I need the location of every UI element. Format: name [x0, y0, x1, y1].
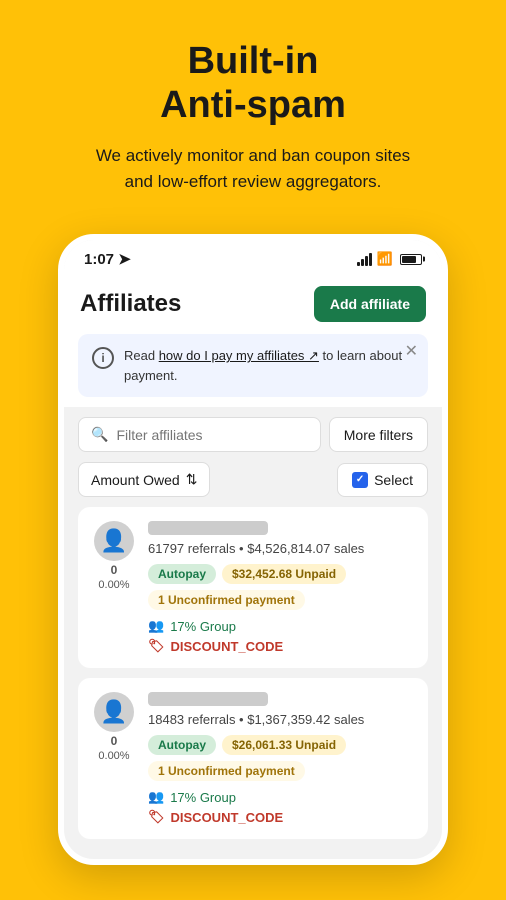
- affiliates-header: Affiliates Add affiliate: [64, 272, 442, 334]
- info-banner: i Read how do I pay my affiliates ↗ to l…: [78, 334, 428, 397]
- select-button[interactable]: ✓ Select: [337, 463, 428, 497]
- affiliate-card-top: 👤 0 0.00% 18483 referrals • $1,367,359.4…: [92, 692, 414, 825]
- chevron-down-icon: ⇅: [186, 471, 198, 488]
- info-link[interactable]: how do I pay my affiliates ↗: [159, 348, 319, 363]
- close-banner-button[interactable]: ✕: [405, 344, 418, 360]
- avatar-count: 0: [111, 563, 118, 577]
- code-icon: 🏷: [148, 809, 165, 825]
- affiliate-card-top: 👤 0 0.00% 61797 referrals • $4,526,814.0…: [92, 521, 414, 654]
- wifi-icon: 📶: [377, 251, 393, 267]
- affiliate-stats: 18483 referrals • $1,367,359.42 sales: [148, 712, 414, 727]
- code-row: 🏷 DISCOUNT_CODE: [148, 638, 414, 654]
- group-icon: 👥: [148, 789, 164, 805]
- list-section: 🔍 More filters Amount Owed ⇅ ✓ Select: [64, 407, 442, 859]
- unconfirmed-tag: 1 Unconfirmed payment: [148, 590, 305, 610]
- affiliate-name: [148, 692, 268, 706]
- status-bar: 1:07 ➤ 📶: [64, 240, 442, 272]
- user-icon: 👤: [100, 699, 127, 725]
- sort-select-row: Amount Owed ⇅ ✓ Select: [78, 462, 428, 497]
- tags-row: Autopay $26,061.33 Unpaid 1 Unconfirmed …: [148, 735, 414, 781]
- affiliate-meta: 👥 17% Group 🏷 DISCOUNT_CODE: [148, 789, 414, 825]
- avatar-percent: 0.00%: [98, 579, 129, 591]
- user-icon: 👤: [100, 528, 127, 554]
- status-icons: 📶: [357, 251, 422, 267]
- avatar-col: 👤 0 0.00%: [92, 521, 136, 591]
- autopay-tag: Autopay: [148, 564, 216, 584]
- unpaid-tag: $26,061.33 Unpaid: [222, 735, 346, 755]
- add-affiliate-button[interactable]: Add affiliate: [314, 286, 426, 322]
- hero-section: Built-inAnti-spam We actively monitor an…: [0, 0, 506, 214]
- avatar-percent: 0.00%: [98, 750, 129, 762]
- checkbox-icon: ✓: [352, 472, 368, 488]
- search-icon: 🔍: [91, 426, 108, 443]
- avatar: 👤: [94, 692, 134, 732]
- avatar-count: 0: [111, 734, 118, 748]
- amount-owed-label: Amount Owed: [91, 472, 180, 488]
- discount-code: DISCOUNT_CODE: [171, 810, 284, 825]
- group-row: 👥 17% Group: [148, 618, 414, 634]
- status-time: 1:07 ➤: [84, 250, 131, 268]
- unconfirmed-tag: 1 Unconfirmed payment: [148, 761, 305, 781]
- affiliate-name: [148, 521, 268, 535]
- info-icon: i: [92, 347, 114, 369]
- affiliate-info: 61797 referrals • $4,526,814.07 sales Au…: [148, 521, 414, 654]
- battery-icon: [400, 254, 422, 265]
- group-row: 👥 17% Group: [148, 789, 414, 805]
- info-text: Read how do I pay my affiliates ↗ to lea…: [124, 346, 414, 385]
- code-icon: 🏷: [148, 638, 165, 654]
- code-row: 🏷 DISCOUNT_CODE: [148, 809, 414, 825]
- search-filter-row: 🔍 More filters: [78, 417, 428, 452]
- group-icon: 👥: [148, 618, 164, 634]
- more-filters-button[interactable]: More filters: [329, 417, 428, 452]
- affiliate-info: 18483 referrals • $1,367,359.42 sales Au…: [148, 692, 414, 825]
- avatar-col: 👤 0 0.00%: [92, 692, 136, 762]
- autopay-tag: Autopay: [148, 735, 216, 755]
- search-input[interactable]: [116, 427, 307, 443]
- hero-subtitle: We actively monitor and ban coupon sites…: [30, 143, 476, 194]
- tags-row: Autopay $32,452.68 Unpaid 1 Unconfirmed …: [148, 564, 414, 610]
- discount-code: DISCOUNT_CODE: [171, 639, 284, 654]
- phone-content: Affiliates Add affiliate i Read how do I…: [64, 272, 442, 859]
- affiliates-title: Affiliates: [80, 290, 181, 318]
- select-label: Select: [374, 472, 413, 488]
- affiliate-stats: 61797 referrals • $4,526,814.07 sales: [148, 541, 414, 556]
- group-label: 17% Group: [170, 619, 236, 634]
- amount-owed-select[interactable]: Amount Owed ⇅: [78, 462, 210, 497]
- group-label: 17% Group: [170, 790, 236, 805]
- signal-icon: [357, 253, 372, 266]
- hero-title: Built-inAnti-spam: [30, 40, 476, 127]
- search-input-wrap[interactable]: 🔍: [78, 417, 321, 452]
- phone-frame: 1:07 ➤ 📶 Affiliates Add affiliate i Read: [58, 234, 448, 865]
- unpaid-tag: $32,452.68 Unpaid: [222, 564, 346, 584]
- affiliate-meta: 👥 17% Group 🏷 DISCOUNT_CODE: [148, 618, 414, 654]
- affiliate-card[interactable]: 👤 0 0.00% 61797 referrals • $4,526,814.0…: [78, 507, 428, 668]
- avatar: 👤: [94, 521, 134, 561]
- affiliate-card[interactable]: 👤 0 0.00% 18483 referrals • $1,367,359.4…: [78, 678, 428, 839]
